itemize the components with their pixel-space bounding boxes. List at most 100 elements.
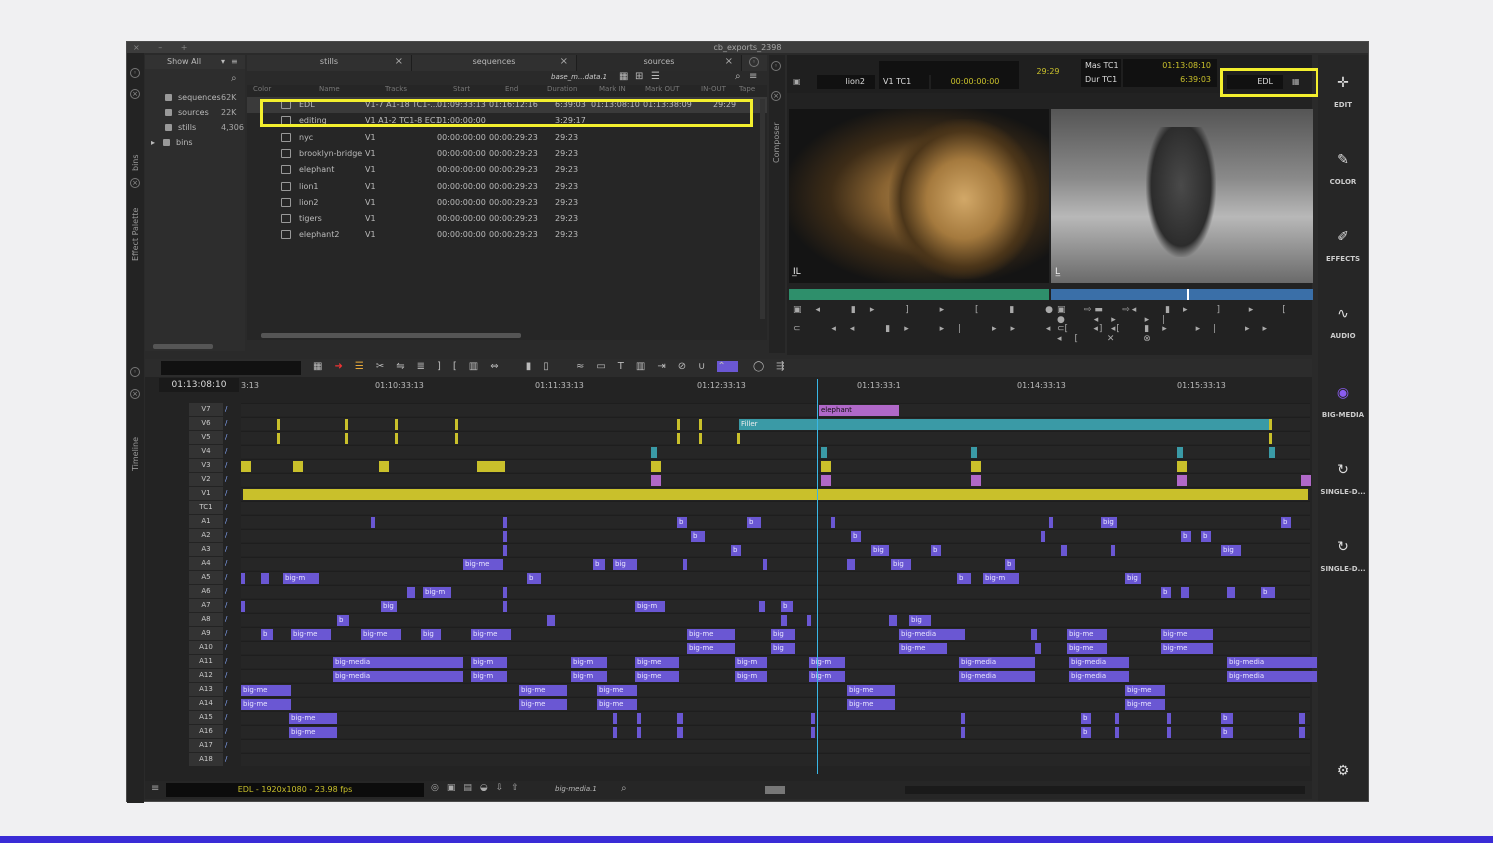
bin-row[interactable]: brooklyn-bridge V1 00:00:00:00 00:00:29:23 2… [247, 146, 767, 162]
track-lane[interactable] [241, 445, 1310, 458]
timeline-clip[interactable] [637, 713, 641, 724]
track-lock-icon[interactable]: / [225, 601, 227, 609]
timeline-clip[interactable]: b [957, 573, 971, 584]
track-lane[interactable]: big-me b b [241, 711, 1310, 724]
timeline-clip[interactable] [1227, 587, 1235, 598]
timeline-clip[interactable] [737, 433, 740, 444]
timeline-clip[interactable] [763, 559, 767, 570]
timeline-clip[interactable]: b [1281, 517, 1291, 528]
track-lock-icon[interactable]: / [225, 671, 227, 679]
gear-icon[interactable]: ◦ [130, 367, 140, 377]
timeline-clip[interactable]: big [1221, 545, 1241, 556]
record-scrub-bar[interactable] [1051, 289, 1313, 300]
track-lane[interactable]: big-media big-m big-m big-me big-m big-m big-m… [241, 669, 1317, 682]
timeline-clip[interactable]: b [781, 601, 793, 612]
track-name-button[interactable]: V3 [189, 459, 223, 472]
timeline-clip[interactable] [1269, 433, 1272, 444]
track-lock-icon[interactable]: / [225, 741, 227, 749]
timeline-clip[interactable] [1035, 643, 1041, 654]
timeline-clip[interactable] [241, 461, 251, 472]
timeline-clip[interactable]: big-me [289, 727, 337, 738]
timeline-clip[interactable]: big [891, 559, 911, 570]
timeline-clip[interactable]: big-me [291, 629, 331, 640]
timeline-clip[interactable]: big [771, 629, 795, 640]
track-lock-icon[interactable]: / [225, 419, 227, 427]
gear-icon[interactable]: ◦ [749, 57, 759, 67]
timeline-clip[interactable] [971, 475, 981, 486]
track-lane[interactable]: big-media big-m big-m big-me big-m big-m big-m… [241, 655, 1317, 668]
track-lane[interactable]: big-me b big big b [241, 557, 1310, 570]
column-header[interactable]: Name [319, 85, 340, 93]
track-lane[interactable]: big-me b b [241, 725, 1310, 738]
track-name-button[interactable]: A1 [189, 515, 223, 528]
track-lane[interactable]: bbbb [241, 529, 1310, 542]
timeline-clip[interactable] [455, 419, 458, 430]
timeline-tool-buttons[interactable]: ▦➜☰✂⇋≣][▥⇔ ▮▯ ≈▭T▥⇥⊘∪⌃ ◯⇶ [313, 361, 797, 372]
track-lock-icon[interactable]: / [225, 559, 227, 567]
timeline-clip[interactable] [889, 615, 897, 626]
timeline-clip[interactable]: big-media [333, 657, 463, 668]
frame-view-icon[interactable]: ⊞ [635, 71, 643, 82]
timeline-clip[interactable] [807, 615, 811, 626]
bin-row[interactable]: nyc V1 00:00:00:00 00:00:29:23 29:23 [247, 130, 767, 146]
bin-item-sequences[interactable]: sequences 62K [165, 91, 236, 105]
timeline-clip[interactable] [613, 713, 617, 724]
track-lock-icon[interactable]: / [225, 657, 227, 665]
track-name-button[interactable]: A8 [189, 613, 223, 626]
timeline-clip[interactable] [677, 727, 683, 738]
zoom-slider[interactable] [765, 786, 785, 794]
timeline-clip[interactable]: b [747, 517, 761, 528]
close-icon[interactable]: × [130, 389, 140, 399]
timeline-clip[interactable] [651, 475, 661, 486]
timeline-clip[interactable] [1299, 713, 1305, 724]
track-name-button[interactable]: A4 [189, 557, 223, 570]
track-lane[interactable]: big-me big-me big-me big-me big-me [241, 683, 1310, 696]
timeline-clip[interactable] [241, 601, 245, 612]
status-tool-icons[interactable]: ◎▣▤◒⇩⇧ [431, 783, 527, 793]
track-lock-icon[interactable]: / [225, 461, 227, 469]
timeline-clip[interactable]: big-me [847, 685, 895, 696]
bin-row[interactable]: lion2 V1 00:00:00:00 00:00:29:23 29:23 [247, 195, 767, 211]
track-name-button[interactable]: A10 [189, 641, 223, 654]
track-lane[interactable] [241, 459, 1310, 472]
timeline-clip[interactable]: b [1181, 531, 1191, 542]
bins-side-label[interactable]: bins [131, 154, 140, 171]
track-name-button[interactable]: V2 [189, 473, 223, 486]
bin-item-sources[interactable]: sources 22K [165, 106, 236, 120]
source-menu-icon[interactable]: ▣ [793, 75, 801, 89]
single-d-button-2[interactable]: ↻ SINGLE-D... [1318, 539, 1368, 573]
close-icon[interactable]: × [771, 91, 781, 101]
bin-item-stills[interactable]: stills 4,306 [165, 121, 244, 135]
timeline-clip[interactable] [395, 433, 398, 444]
timeline-clip[interactable] [455, 433, 458, 444]
expand-arrow-icon[interactable]: ▸ [151, 138, 155, 147]
timeline-clip[interactable]: big-m [983, 573, 1019, 584]
timeline-clip[interactable] [1111, 545, 1115, 556]
timeline-clip[interactable]: big-m [471, 657, 507, 668]
timeline-clip[interactable]: big-me [635, 657, 679, 668]
track-lane[interactable]: b big b big [241, 543, 1310, 556]
timeline-clip[interactable]: big-m [735, 657, 767, 668]
bin-horizontal-scrollbar[interactable] [261, 333, 521, 338]
track-lock-icon[interactable]: / [225, 405, 227, 413]
track-name-button[interactable]: A3 [189, 543, 223, 556]
timeline-clip[interactable] [345, 433, 348, 444]
timeline-clip[interactable]: big-me [1067, 643, 1107, 654]
timeline-clip[interactable]: big-me [899, 643, 947, 654]
track-lock-icon[interactable]: / [225, 573, 227, 581]
close-icon[interactable]: × [725, 55, 733, 69]
column-header[interactable]: Tape [739, 85, 755, 93]
bin-row[interactable]: elephant V1 00:00:00:00 00:00:29:23 29:23 [247, 162, 767, 178]
timeline-clip[interactable]: big-media [1227, 657, 1317, 668]
timeline-clip[interactable] [1301, 475, 1311, 486]
bin-item-bins[interactable]: ▸ bins [151, 136, 193, 150]
list-view-icon[interactable]: ☰ [651, 71, 660, 82]
timeline-clip[interactable]: b [851, 531, 861, 542]
timeline-clip[interactable]: big [421, 629, 441, 640]
track-lock-icon[interactable]: / [225, 643, 227, 651]
dur-label[interactable]: Dur TC1 [1081, 73, 1121, 87]
track-lane[interactable]: b big-me big-me big big-me big-me big big-media… [241, 627, 1310, 640]
timeline-clip[interactable]: big [871, 545, 889, 556]
timeline-clip[interactable] [759, 601, 765, 612]
timeline-clip[interactable]: b [593, 559, 605, 570]
